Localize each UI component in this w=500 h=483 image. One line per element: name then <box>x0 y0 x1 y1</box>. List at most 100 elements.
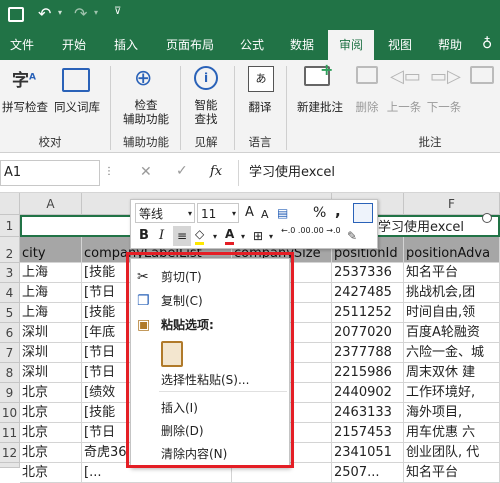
delete-comment-button[interactable]: 删除 <box>350 100 384 114</box>
bold-button[interactable]: B <box>139 226 149 246</box>
position-id-cell[interactable]: 2511252 <box>332 303 404 323</box>
city-cell[interactable]: 北京 <box>20 463 82 483</box>
row-header[interactable]: 4 <box>0 283 20 303</box>
position-id-cell[interactable]: 2341051 <box>332 443 404 463</box>
menu-item-paste-special[interactable]: 选择性粘贴(S)... <box>161 371 249 389</box>
font-color-icon[interactable]: A <box>225 226 235 245</box>
italic-button[interactable]: I <box>159 226 164 246</box>
city-cell[interactable]: 北京 <box>20 403 82 423</box>
row-header[interactable]: 5 <box>0 303 20 323</box>
align-center-icon[interactable]: ≡ <box>173 226 191 246</box>
position-id-cell[interactable]: 2077020 <box>332 323 404 343</box>
row-header[interactable]: 8 <box>0 363 20 383</box>
city-cell[interactable]: 北京 <box>20 423 82 443</box>
row-header[interactable]: 1 <box>0 215 20 237</box>
city-cell[interactable]: 北京 <box>20 383 82 403</box>
city-cell[interactable]: 深圳 <box>20 323 82 343</box>
position-advantage-cell[interactable]: 海外项目, <box>404 403 500 423</box>
format-painter-grid-icon[interactable] <box>353 203 373 223</box>
chevron-down-icon[interactable]: ▾ <box>269 227 273 247</box>
accounting-format-icon[interactable]: ▤ <box>277 203 288 223</box>
undo-icon[interactable]: ↶ <box>38 4 51 23</box>
row-header[interactable]: 3 <box>0 263 20 283</box>
cancel-icon[interactable]: ✕ <box>140 164 152 180</box>
chevron-down-icon[interactable]: ▾ <box>213 227 217 247</box>
tab-page-layout[interactable]: 页面布局 <box>156 30 224 60</box>
tab-help[interactable]: 帮助 <box>428 30 472 60</box>
tab-file[interactable]: 文件 <box>2 30 42 60</box>
lightbulb-icon[interactable]: ♁ <box>482 36 492 52</box>
row-header[interactable]: 7 <box>0 343 20 363</box>
new-comment-button[interactable]: 新建批注 <box>292 100 348 114</box>
tab-view[interactable]: 视图 <box>378 30 422 60</box>
tab-formulas[interactable]: 公式 <box>230 30 274 60</box>
position-advantage-cell[interactable]: 六险一金、城 <box>404 343 500 363</box>
position-advantage-cell[interactable]: 创业团队, 代 <box>404 443 500 463</box>
autofill-handle-icon[interactable] <box>482 213 492 223</box>
row-header[interactable]: 10 <box>0 403 20 423</box>
show-comments-icon[interactable] <box>470 66 494 84</box>
format-painter-icon[interactable]: ✎ <box>347 226 357 246</box>
customize-icon[interactable]: ⊽ <box>114 6 121 17</box>
column-header-f[interactable]: F <box>404 193 500 215</box>
position-id-cell[interactable]: 2377788 <box>332 343 404 363</box>
undo-dropdown-icon[interactable]: ▾ <box>58 8 62 17</box>
row-header[interactable]: 11 <box>0 423 20 443</box>
redo-icon[interactable]: ↷ <box>74 4 87 23</box>
tab-data[interactable]: 数据 <box>280 30 324 60</box>
city-cell[interactable]: 上海 <box>20 303 82 323</box>
thesaurus-button[interactable]: 同义词库 <box>52 100 102 114</box>
row-header[interactable]: 13 <box>0 463 20 468</box>
position-id-cell[interactable]: 2215986 <box>332 363 404 383</box>
menu-item-delete[interactable]: 删除(D) <box>161 422 204 440</box>
name-box-dropdown-icon[interactable]: ⋮ <box>104 166 114 177</box>
menu-item-cut[interactable]: 剪切(T) <box>161 268 202 286</box>
position-id-cell[interactable]: 2440902 <box>332 383 404 403</box>
position-advantage-cell[interactable]: 工作环境好, <box>404 383 500 403</box>
select-all-corner[interactable] <box>0 193 20 215</box>
tab-home[interactable]: 开始 <box>52 30 96 60</box>
header-cell-position-advantage[interactable]: positionAdva <box>404 237 500 263</box>
position-id-cell[interactable]: 2427485 <box>332 283 404 303</box>
font-size-select[interactable]: 11 ▾ <box>197 203 239 223</box>
check-accessibility-button[interactable]: 检查 辅助功能 <box>118 98 174 126</box>
tab-review[interactable]: 审阅 <box>328 30 374 60</box>
position-advantage-cell[interactable]: 百度A轮融资 <box>404 323 500 343</box>
position-advantage-cell[interactable]: 知名平台 <box>404 463 500 483</box>
name-box[interactable]: A1 <box>0 160 100 186</box>
row-header[interactable]: 12 <box>0 443 20 463</box>
previous-comment-button[interactable]: 上一条 <box>384 100 424 114</box>
row-header[interactable]: 6 <box>0 323 20 343</box>
menu-item-clear-contents[interactable]: 清除内容(N) <box>161 445 227 463</box>
column-header-a[interactable]: A <box>20 193 82 215</box>
header-cell-city[interactable]: city <box>20 237 82 263</box>
comma-style-icon[interactable]: , <box>335 201 341 221</box>
tab-insert[interactable]: 插入 <box>104 30 148 60</box>
position-id-cell[interactable]: 2463133 <box>332 403 404 423</box>
next-comment-button[interactable]: 下一条 <box>424 100 464 114</box>
translate-button[interactable]: 翻译 <box>240 100 280 114</box>
city-cell[interactable]: 深圳 <box>20 363 82 383</box>
paste-clipboard-icon[interactable] <box>161 341 183 367</box>
formula-input[interactable]: 学习使用excel <box>238 160 500 186</box>
position-advantage-cell[interactable]: 时间自由,领 <box>404 303 500 323</box>
city-cell[interactable]: 上海 <box>20 263 82 283</box>
insert-function-icon[interactable]: fx <box>210 164 222 179</box>
smart-lookup-button[interactable]: 智能 查找 <box>186 98 226 126</box>
chevron-down-icon[interactable]: ▾ <box>241 227 245 247</box>
fill-color-icon[interactable]: ◇ <box>195 226 205 245</box>
position-advantage-cell[interactable]: 知名平台 <box>404 263 500 283</box>
position-advantage-cell[interactable]: 挑战机会,团 <box>404 283 500 303</box>
position-advantage-cell[interactable]: 用车优惠 六 <box>404 423 500 443</box>
row-header[interactable]: 9 <box>0 383 20 403</box>
row-header[interactable]: 2 <box>0 237 20 263</box>
position-id-cell[interactable]: 2537336 <box>332 263 404 283</box>
decrease-decimal-icon[interactable]: .00 →.0 <box>311 226 341 236</box>
enter-icon[interactable]: ✓ <box>176 163 188 179</box>
menu-item-insert[interactable]: 插入(I) <box>161 399 198 417</box>
position-id-cell[interactable]: 2507... <box>332 463 404 483</box>
spell-check-button[interactable]: 拼写检查 <box>0 100 50 114</box>
redo-dropdown-icon[interactable]: ▾ <box>94 8 98 17</box>
position-advantage-cell[interactable]: 周末双休 建 <box>404 363 500 383</box>
city-cell[interactable]: 深圳 <box>20 343 82 363</box>
